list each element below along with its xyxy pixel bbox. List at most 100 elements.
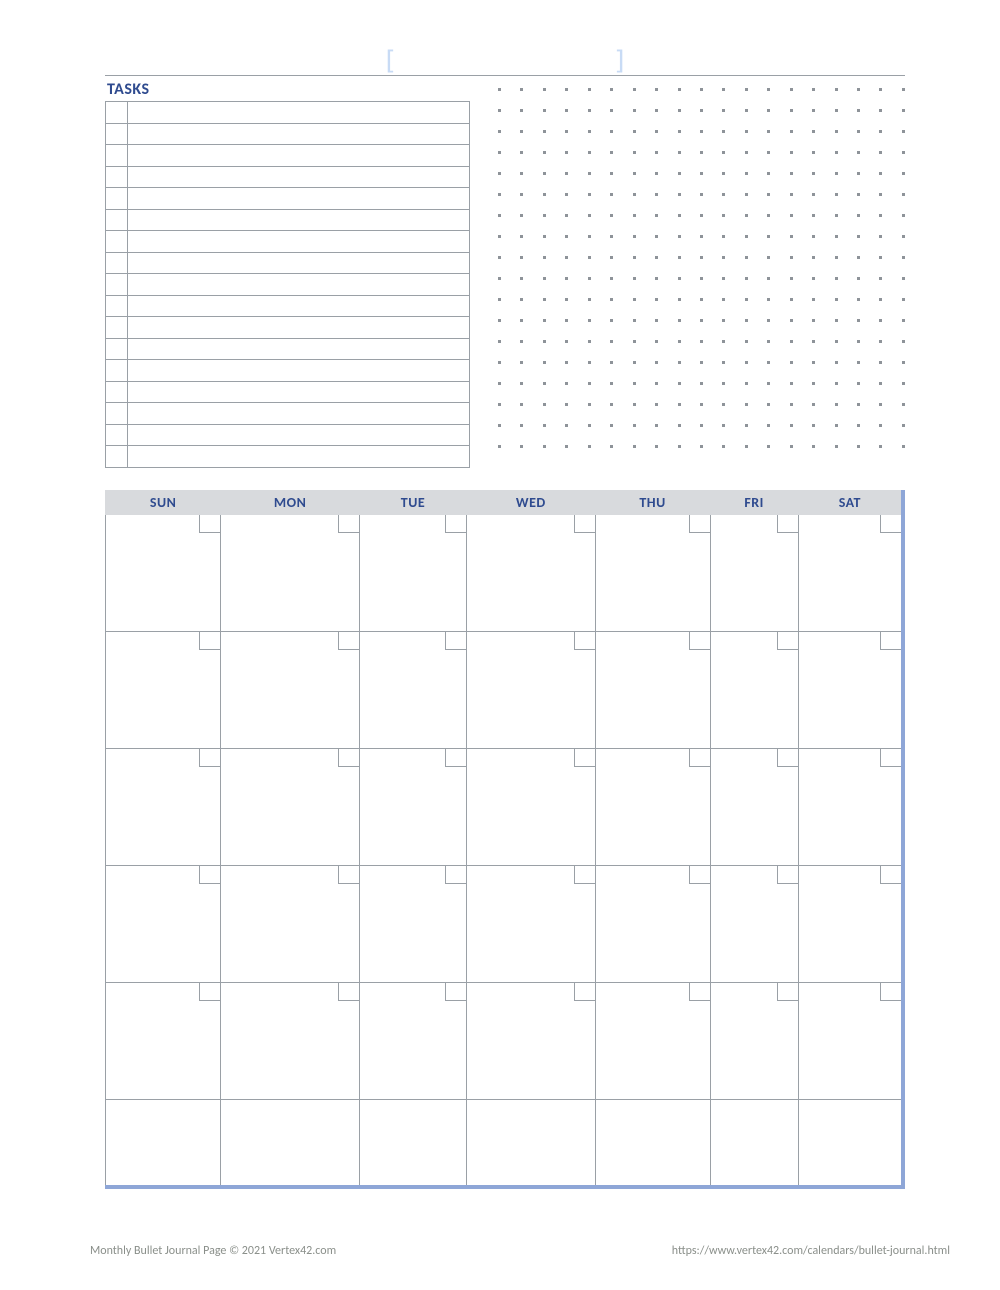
task-checkbox-cell[interactable] xyxy=(106,360,128,382)
calendar-day-cell[interactable] xyxy=(467,514,595,631)
task-checkbox-cell[interactable] xyxy=(106,274,128,296)
calendar-day-cell[interactable] xyxy=(595,631,710,748)
dot-row xyxy=(498,214,905,217)
task-text-cell[interactable] xyxy=(128,166,470,188)
calendar-day-cell[interactable] xyxy=(710,865,798,982)
calendar-day-cell[interactable] xyxy=(106,514,221,631)
dot-icon xyxy=(565,298,568,301)
calendar-day-cell[interactable] xyxy=(467,982,595,1099)
calendar-day-cell[interactable] xyxy=(106,865,221,982)
task-checkbox-cell[interactable] xyxy=(106,209,128,231)
task-text-cell[interactable] xyxy=(128,145,470,167)
calendar-day-cell[interactable] xyxy=(221,748,360,865)
calendar-day-cell[interactable] xyxy=(595,514,710,631)
task-checkbox-cell[interactable] xyxy=(106,188,128,210)
calendar-day-cell[interactable] xyxy=(359,982,466,1099)
dot-icon xyxy=(520,424,523,427)
date-number-box xyxy=(574,749,595,767)
calendar-day-cell[interactable] xyxy=(710,514,798,631)
calendar-day-cell[interactable] xyxy=(359,631,466,748)
task-text-cell[interactable] xyxy=(128,403,470,425)
dot-icon xyxy=(700,340,703,343)
calendar-day-cell[interactable] xyxy=(710,1099,798,1187)
task-text-cell[interactable] xyxy=(128,424,470,446)
calendar-day-cell[interactable] xyxy=(595,1099,710,1187)
task-checkbox-cell[interactable] xyxy=(106,446,128,468)
calendar-day-cell[interactable] xyxy=(221,514,360,631)
calendar-day-cell[interactable] xyxy=(595,982,710,1099)
task-checkbox-cell[interactable] xyxy=(106,424,128,446)
calendar-day-cell[interactable] xyxy=(221,865,360,982)
task-text-cell[interactable] xyxy=(128,102,470,124)
upper-section: TASKS xyxy=(105,80,905,468)
calendar-day-cell[interactable] xyxy=(467,1099,595,1187)
calendar-day-cell[interactable] xyxy=(359,1099,466,1187)
task-checkbox-cell[interactable] xyxy=(106,252,128,274)
calendar-day-cell[interactable] xyxy=(710,631,798,748)
task-text-cell[interactable] xyxy=(128,274,470,296)
dot-icon xyxy=(835,151,838,154)
calendar-day-cell[interactable] xyxy=(221,631,360,748)
task-text-cell[interactable] xyxy=(128,209,470,231)
task-text-cell[interactable] xyxy=(128,338,470,360)
dot-icon xyxy=(700,277,703,280)
calendar-day-cell[interactable] xyxy=(359,514,466,631)
calendar-day-cell[interactable] xyxy=(467,865,595,982)
calendar-day-cell[interactable] xyxy=(467,631,595,748)
dot-icon xyxy=(655,214,658,217)
task-text-cell[interactable] xyxy=(128,446,470,468)
calendar-day-cell[interactable] xyxy=(106,1099,221,1187)
dot-icon xyxy=(722,445,725,448)
task-checkbox-cell[interactable] xyxy=(106,403,128,425)
calendar-day-cell[interactable] xyxy=(595,748,710,865)
task-checkbox-cell[interactable] xyxy=(106,295,128,317)
task-checkbox-cell[interactable] xyxy=(106,381,128,403)
calendar-day-cell[interactable] xyxy=(798,631,903,748)
dot-icon xyxy=(565,319,568,322)
task-checkbox-cell[interactable] xyxy=(106,231,128,253)
dot-icon xyxy=(678,109,681,112)
task-checkbox-cell[interactable] xyxy=(106,338,128,360)
calendar-day-cell[interactable] xyxy=(221,982,360,1099)
task-text-cell[interactable] xyxy=(128,360,470,382)
task-checkbox-cell[interactable] xyxy=(106,166,128,188)
calendar-day-cell[interactable] xyxy=(359,748,466,865)
task-row xyxy=(106,424,470,446)
task-text-cell[interactable] xyxy=(128,123,470,145)
task-text-cell[interactable] xyxy=(128,381,470,403)
task-text-cell[interactable] xyxy=(128,252,470,274)
task-text-cell[interactable] xyxy=(128,295,470,317)
calendar-day-cell[interactable] xyxy=(106,982,221,1099)
calendar-day-cell[interactable] xyxy=(359,865,466,982)
calendar-day-cell[interactable] xyxy=(710,982,798,1099)
dot-icon xyxy=(745,109,748,112)
task-checkbox-cell[interactable] xyxy=(106,317,128,339)
date-number-box xyxy=(338,749,359,767)
task-checkbox-cell[interactable] xyxy=(106,145,128,167)
task-text-cell[interactable] xyxy=(128,231,470,253)
calendar-day-cell[interactable] xyxy=(106,631,221,748)
task-checkbox-cell[interactable] xyxy=(106,102,128,124)
calendar-day-cell[interactable] xyxy=(798,1099,903,1187)
calendar-day-cell[interactable] xyxy=(467,748,595,865)
task-row xyxy=(106,295,470,317)
calendar-day-cell[interactable] xyxy=(798,748,903,865)
dot-icon xyxy=(678,235,681,238)
calendar-day-cell[interactable] xyxy=(798,865,903,982)
dot-icon xyxy=(498,361,501,364)
dot-icon xyxy=(565,151,568,154)
calendar-day-cell[interactable] xyxy=(106,748,221,865)
calendar-day-cell[interactable] xyxy=(595,865,710,982)
task-text-cell[interactable] xyxy=(128,317,470,339)
task-checkbox-cell[interactable] xyxy=(106,123,128,145)
calendar-day-cell[interactable] xyxy=(221,1099,360,1187)
task-text-cell[interactable] xyxy=(128,188,470,210)
calendar-day-cell[interactable] xyxy=(798,982,903,1099)
calendar-day-cell[interactable] xyxy=(710,748,798,865)
calendar-day-cell[interactable] xyxy=(798,514,903,631)
tasks-column: TASKS xyxy=(105,80,470,468)
dot-icon xyxy=(857,277,860,280)
task-row xyxy=(106,381,470,403)
task-row xyxy=(106,231,470,253)
dot-icon xyxy=(812,277,815,280)
